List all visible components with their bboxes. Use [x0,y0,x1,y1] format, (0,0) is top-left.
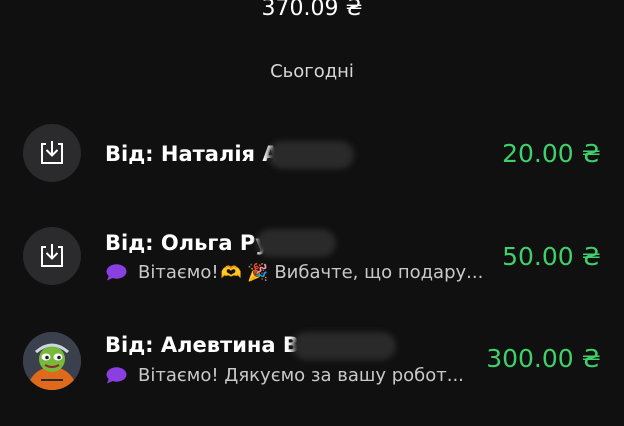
chat-bubble-icon [106,264,127,281]
transaction-comment: Вітаємо! Дякуємо за вашу робот... [106,365,464,386]
download-inbox-icon [23,124,81,182]
transaction-row[interactable]: Від: Алевтина Ве Вітаємо! Дякуємо за ваш… [0,312,624,402]
redacted-name [268,141,354,169]
sender-name: Від: Ольга Ру [105,231,269,255]
comment-emojis: 🫶 🎉 [220,262,269,283]
sender-name: Від: Наталія Ан [105,142,294,166]
download-inbox-icon [23,227,81,285]
sender-name: Від: Алевтина Ве [105,333,314,357]
redacted-name [256,229,336,257]
transaction-amount: 300.00 ₴ [486,344,601,373]
transaction-row[interactable]: Від: Ольга Ру Вітаємо! 🫶 🎉 Вибачте, що п… [0,210,624,300]
balance-amount: 370.09 ₴ [261,0,363,21]
transaction-comment: Вітаємо! 🫶 🎉 Вибачте, що подару... [106,262,483,283]
comment-text: Вітаємо! Дякуємо за вашу робот... [138,365,464,386]
redacted-name [292,332,396,360]
avatar [23,332,81,390]
transaction-amount: 50.00 ₴ [502,242,601,271]
comment-text-tail: Вибачте, що подару... [274,262,484,283]
transaction-amount: 20.00 ₴ [502,139,601,168]
chat-bubble-icon [106,367,127,384]
date-header: Сьогодні [270,61,354,82]
transaction-row[interactable]: Від: Наталія Ан 20.00 ₴ [0,108,624,198]
comment-text: Вітаємо! [138,262,219,283]
